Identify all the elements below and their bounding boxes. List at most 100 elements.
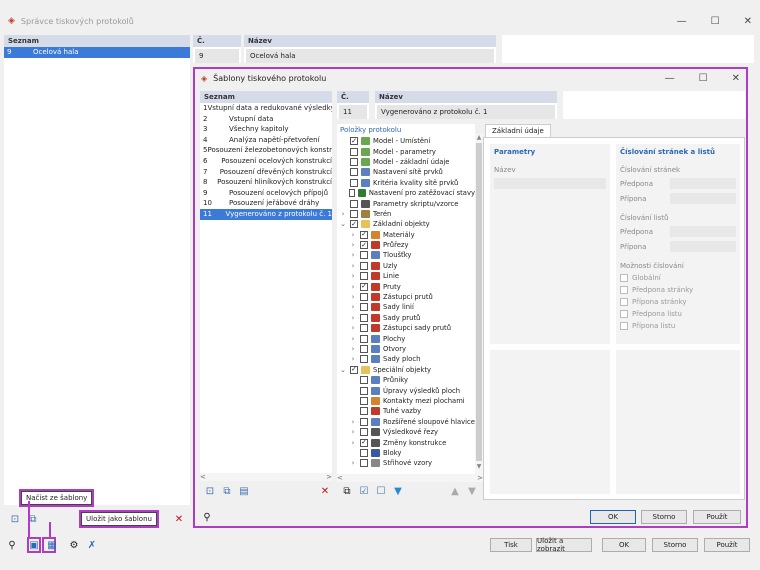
tree-item-checkbox[interactable] xyxy=(360,355,368,364)
move-down-icon[interactable]: ▼ xyxy=(465,484,479,498)
expand-chevron-icon[interactable]: › xyxy=(349,272,357,280)
expand-chevron-icon[interactable]: › xyxy=(349,439,357,447)
tree-item-checkbox[interactable]: ✓ xyxy=(360,438,368,447)
tree-item-checkbox[interactable] xyxy=(360,303,368,312)
expand-chevron-icon[interactable]: › xyxy=(339,210,347,218)
tree-item-checkbox[interactable] xyxy=(360,448,368,457)
tree-item-checkbox[interactable] xyxy=(360,459,368,468)
page-prefix-input[interactable] xyxy=(670,178,736,189)
tree-item[interactable]: Kontakty mezi plochami xyxy=(337,396,475,406)
tree-item[interactable]: Model - základní údaje xyxy=(337,157,475,167)
sheet-suffix-input[interactable] xyxy=(670,241,736,252)
tree-item-checkbox[interactable] xyxy=(360,261,368,270)
tree-item[interactable]: › ✓ Materiály xyxy=(337,230,475,240)
tree-item-checkbox[interactable] xyxy=(350,168,358,177)
template-list-item[interactable]: 1 Vstupní data a redukované výsledky xyxy=(200,103,332,114)
template-list-scrollbar[interactable]: < > xyxy=(200,473,332,481)
expand-chevron-icon[interactable]: › xyxy=(349,303,357,311)
move-up-icon[interactable]: ▲ xyxy=(448,484,462,498)
expand-chevron-icon[interactable]: › xyxy=(349,335,357,343)
inner-apply-button[interactable]: Použít xyxy=(693,510,741,524)
expand-chevron-icon[interactable]: › xyxy=(349,262,357,270)
tree-item-checkbox[interactable]: ✓ xyxy=(350,365,358,374)
tree-item-checkbox[interactable]: ✓ xyxy=(360,241,368,250)
maximize-icon[interactable]: ☐ xyxy=(711,16,720,27)
template-list-item[interactable]: 5Posouzení železobetonových konstrukcí xyxy=(200,145,332,156)
numbering-option-checkbox[interactable] xyxy=(620,274,628,282)
tree-item-checkbox[interactable] xyxy=(350,199,358,208)
tree-item-checkbox[interactable] xyxy=(360,376,368,385)
template-delete-icon[interactable]: ✕ xyxy=(318,484,332,498)
params-name-input[interactable] xyxy=(494,178,606,189)
template-list-item[interactable]: 3 Všechny kapitoly xyxy=(200,124,332,135)
expand-chevron-icon[interactable]: › xyxy=(349,428,357,436)
tree-item-checkbox[interactable] xyxy=(360,272,368,281)
template-list-item[interactable]: 2 Vstupní data xyxy=(200,114,332,125)
template-list-item[interactable]: 6 Posouzení ocelových konstrukcí xyxy=(200,156,332,167)
expand-chevron-icon[interactable]: › xyxy=(349,324,357,332)
numbering-option[interactable]: Přípona stránky xyxy=(620,298,736,306)
tree-copy-icon[interactable]: ⧉ xyxy=(340,484,354,498)
uncheck-all-icon[interactable]: ☐ xyxy=(374,484,388,498)
tree-item-checkbox[interactable] xyxy=(360,407,368,416)
numbering-option[interactable]: Předpona listu xyxy=(620,310,736,318)
tree-item-checkbox[interactable] xyxy=(350,147,358,156)
template-import-icon[interactable]: ▤ xyxy=(237,484,251,498)
help-search-icon[interactable]: ⚲ xyxy=(5,538,19,552)
tree-item[interactable]: › Výsledkové řezy xyxy=(337,427,475,437)
tree-item[interactable]: ⌄ ✓ Speciální objekty xyxy=(337,365,475,375)
expand-chevron-icon[interactable]: › xyxy=(349,231,357,239)
tree-item[interactable]: ⌄ ✓ Základní objekty xyxy=(337,219,475,229)
tree-item[interactable]: Nastavení pro zatěžovací stavy xyxy=(337,188,475,198)
tree-item-checkbox[interactable] xyxy=(350,157,358,166)
tree-item[interactable]: › Sady prutů xyxy=(337,313,475,323)
numbering-option-checkbox[interactable] xyxy=(620,298,628,306)
inner-cancel-button[interactable]: Storno xyxy=(641,510,687,524)
tree-item[interactable]: › Plochy xyxy=(337,333,475,343)
numbering-option[interactable]: Přípona listu xyxy=(620,322,736,330)
tree-item[interactable]: › Střihové vzory xyxy=(337,458,475,468)
outer-ok-button[interactable]: OK xyxy=(602,538,646,552)
save-and-show-button[interactable]: Uložit a zobrazit xyxy=(536,537,592,553)
numbering-option[interactable]: Předpona stránky xyxy=(620,286,736,294)
tree-item-checkbox[interactable] xyxy=(360,334,368,343)
tree-item[interactable]: › Terén xyxy=(337,209,475,219)
inner-help-icon[interactable]: ⚲ xyxy=(200,510,214,524)
outer-cancel-button[interactable]: Storno xyxy=(652,538,698,552)
tree-item-checkbox[interactable] xyxy=(360,386,368,395)
tree-item[interactable]: › Sady linií xyxy=(337,302,475,312)
template-new-icon[interactable]: ⊡ xyxy=(203,484,217,498)
numbering-option-checkbox[interactable] xyxy=(620,322,628,330)
template-list-item[interactable]: 9 Posouzení ocelových přípojů xyxy=(200,188,332,199)
load-from-template-icon[interactable]: ▣ xyxy=(27,538,41,552)
outer-number-value[interactable]: 9 xyxy=(195,49,239,63)
settings-icon[interactable]: ⚙ xyxy=(67,538,81,552)
tree-item-checkbox[interactable] xyxy=(360,251,368,260)
tree-item[interactable]: › Uzly xyxy=(337,261,475,271)
tree-item[interactable]: Tuhé vazby xyxy=(337,406,475,416)
tree-item[interactable]: ✓ Model - Umístění xyxy=(337,136,475,146)
tree-item-checkbox[interactable]: ✓ xyxy=(350,137,358,146)
tree-item-checkbox[interactable] xyxy=(360,324,368,333)
expand-chevron-icon[interactable]: ⌄ xyxy=(339,220,347,228)
tree-item-checkbox[interactable] xyxy=(350,178,358,187)
tree-item-checkbox[interactable] xyxy=(360,428,368,437)
numbering-option[interactable]: Globální xyxy=(620,274,736,282)
sheet-prefix-input[interactable] xyxy=(670,226,736,237)
inner-minimize-icon[interactable]: — xyxy=(665,73,675,84)
tab-basic-data[interactable]: Základní údaje xyxy=(485,124,551,137)
page-suffix-input[interactable] xyxy=(670,193,736,204)
new-icon[interactable]: ⊡ xyxy=(8,512,22,526)
expand-chevron-icon[interactable]: › xyxy=(349,418,357,426)
tree-item[interactable]: › Rozšířené sloupové hlavice xyxy=(337,417,475,427)
template-list-item[interactable]: 7 Posouzení dřevěných konstrukcí xyxy=(200,167,332,178)
tree-item[interactable]: › Zástupci prutů xyxy=(337,292,475,302)
tree-item[interactable]: Průniky xyxy=(337,375,475,385)
tree-item-checkbox[interactable] xyxy=(360,417,368,426)
minimize-icon[interactable]: — xyxy=(677,16,687,27)
template-list-item[interactable]: 11 Vygenerováno z protokolu č. 1 xyxy=(200,208,332,220)
tree-item-checkbox[interactable] xyxy=(360,345,368,353)
check-all-icon[interactable]: ☑ xyxy=(357,484,371,498)
tree-item[interactable]: › ✓ Pruty xyxy=(337,281,475,291)
inner-number-value[interactable]: 11 xyxy=(339,105,367,119)
